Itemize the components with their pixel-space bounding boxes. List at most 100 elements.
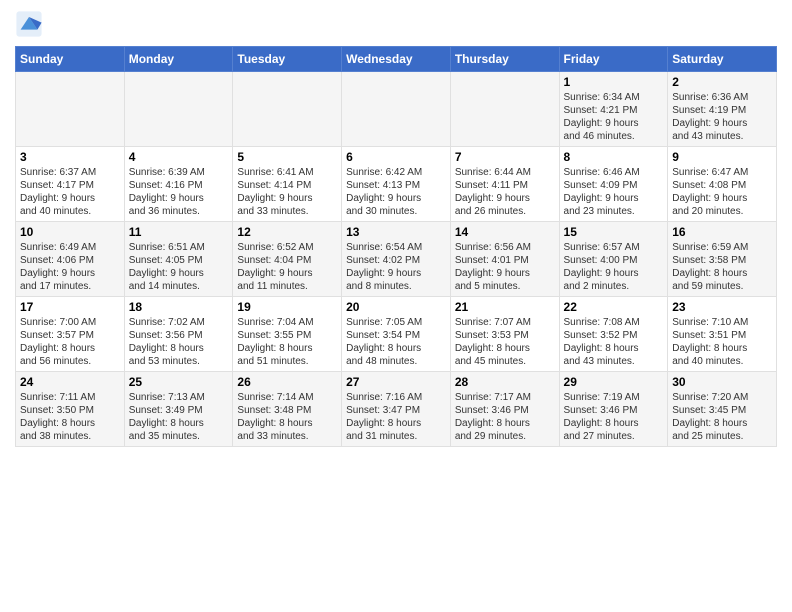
logo-icon: [15, 10, 43, 38]
day-info: Sunrise: 6:46 AM Sunset: 4:09 PM Dayligh…: [564, 166, 664, 218]
day-number: 27: [346, 375, 446, 389]
day-info: Sunrise: 6:47 AM Sunset: 4:08 PM Dayligh…: [672, 166, 772, 218]
day-number: 19: [237, 300, 337, 314]
day-info: Sunrise: 6:57 AM Sunset: 4:00 PM Dayligh…: [564, 241, 664, 293]
calendar-cell: 20 Sunrise: 7:05 AM Sunset: 3:54 PM Dayli…: [342, 297, 451, 372]
day-info: Sunrise: 6:49 AM Sunset: 4:06 PM Dayligh…: [20, 241, 120, 293]
day-info: Sunrise: 7:14 AM Sunset: 3:48 PM Dayligh…: [237, 391, 337, 443]
calendar-cell: 3 Sunrise: 6:37 AM Sunset: 4:17 PM Daylig…: [16, 147, 125, 222]
calendar-cell: 17Sunrise: 7:00 AM Sunset: 3:57 PM Dayli…: [16, 297, 125, 372]
day-info: Sunrise: 6:59 AM Sunset: 3:58 PM Dayligh…: [672, 241, 772, 293]
day-header-sunday: Sunday: [16, 47, 125, 72]
calendar-cell: 14 Sunrise: 6:56 AM Sunset: 4:01 PM Dayli…: [450, 222, 559, 297]
calendar-cell: [450, 72, 559, 147]
calendar-cell: 12 Sunrise: 6:52 AM Sunset: 4:04 PM Dayli…: [233, 222, 342, 297]
day-info: Sunrise: 7:05 AM Sunset: 3:54 PM Dayligh…: [346, 316, 446, 368]
day-info: Sunrise: 6:41 AM Sunset: 4:14 PM Dayligh…: [237, 166, 337, 218]
day-info: Sunrise: 6:56 AM Sunset: 4:01 PM Dayligh…: [455, 241, 555, 293]
day-header-monday: Monday: [124, 47, 233, 72]
day-info: Sunrise: 7:02 AM Sunset: 3:56 PM Dayligh…: [129, 316, 229, 368]
day-number: 15: [564, 225, 664, 239]
day-header-wednesday: Wednesday: [342, 47, 451, 72]
day-info: Sunrise: 7:17 AM Sunset: 3:46 PM Dayligh…: [455, 391, 555, 443]
header: [15, 10, 777, 38]
day-info: Sunrise: 6:39 AM Sunset: 4:16 PM Dayligh…: [129, 166, 229, 218]
day-number: 1: [564, 75, 664, 89]
day-info: Sunrise: 7:08 AM Sunset: 3:52 PM Dayligh…: [564, 316, 664, 368]
day-info: Sunrise: 7:19 AM Sunset: 3:46 PM Dayligh…: [564, 391, 664, 443]
day-number: 8: [564, 150, 664, 164]
calendar-cell: [342, 72, 451, 147]
day-header-friday: Friday: [559, 47, 668, 72]
calendar-cell: 27 Sunrise: 7:16 AM Sunset: 3:47 PM Dayli…: [342, 372, 451, 447]
day-info: Sunrise: 6:54 AM Sunset: 4:02 PM Dayligh…: [346, 241, 446, 293]
calendar-cell: 2 Sunrise: 6:36 AM Sunset: 4:19 PM Daylig…: [668, 72, 777, 147]
calendar-week-row: 24 Sunrise: 7:11 AM Sunset: 3:50 PM Dayli…: [16, 372, 777, 447]
day-info: Sunrise: 7:10 AM Sunset: 3:51 PM Dayligh…: [672, 316, 772, 368]
day-number: 23: [672, 300, 772, 314]
day-number: 20: [346, 300, 446, 314]
day-info: Sunrise: 6:52 AM Sunset: 4:04 PM Dayligh…: [237, 241, 337, 293]
calendar-cell: [233, 72, 342, 147]
day-info: Sunrise: 7:11 AM Sunset: 3:50 PM Dayligh…: [20, 391, 120, 443]
calendar-cell: 28 Sunrise: 7:17 AM Sunset: 3:46 PM Dayli…: [450, 372, 559, 447]
calendar-header-row: SundayMondayTuesdayWednesdayThursdayFrid…: [16, 47, 777, 72]
day-number: 30: [672, 375, 772, 389]
calendar-cell: 8 Sunrise: 6:46 AM Sunset: 4:09 PM Daylig…: [559, 147, 668, 222]
day-number: 28: [455, 375, 555, 389]
calendar-cell: 1 Sunrise: 6:34 AM Sunset: 4:21 PM Daylig…: [559, 72, 668, 147]
day-number: 4: [129, 150, 229, 164]
day-number: 10: [20, 225, 120, 239]
day-number: 16: [672, 225, 772, 239]
day-info: Sunrise: 6:37 AM Sunset: 4:17 PM Dayligh…: [20, 166, 120, 218]
calendar-cell: 26 Sunrise: 7:14 AM Sunset: 3:48 PM Dayli…: [233, 372, 342, 447]
day-info: Sunrise: 7:04 AM Sunset: 3:55 PM Dayligh…: [237, 316, 337, 368]
day-info: Sunrise: 6:44 AM Sunset: 4:11 PM Dayligh…: [455, 166, 555, 218]
day-number: 25: [129, 375, 229, 389]
day-header-thursday: Thursday: [450, 47, 559, 72]
calendar-cell: 13Sunrise: 6:54 AM Sunset: 4:02 PM Dayli…: [342, 222, 451, 297]
day-info: Sunrise: 6:51 AM Sunset: 4:05 PM Dayligh…: [129, 241, 229, 293]
calendar-cell: 4 Sunrise: 6:39 AM Sunset: 4:16 PM Daylig…: [124, 147, 233, 222]
calendar-cell: 23 Sunrise: 7:10 AM Sunset: 3:51 PM Dayli…: [668, 297, 777, 372]
day-info: Sunrise: 7:16 AM Sunset: 3:47 PM Dayligh…: [346, 391, 446, 443]
day-number: 22: [564, 300, 664, 314]
calendar-week-row: 17Sunrise: 7:00 AM Sunset: 3:57 PM Dayli…: [16, 297, 777, 372]
day-info: Sunrise: 6:34 AM Sunset: 4:21 PM Dayligh…: [564, 91, 664, 143]
calendar-cell: 5 Sunrise: 6:41 AM Sunset: 4:14 PM Daylig…: [233, 147, 342, 222]
day-info: Sunrise: 6:42 AM Sunset: 4:13 PM Dayligh…: [346, 166, 446, 218]
logo: [15, 10, 47, 38]
calendar-cell: 7 Sunrise: 6:44 AM Sunset: 4:11 PM Daylig…: [450, 147, 559, 222]
calendar-cell: 15 Sunrise: 6:57 AM Sunset: 4:00 PM Dayli…: [559, 222, 668, 297]
day-number: 14: [455, 225, 555, 239]
day-number: 2: [672, 75, 772, 89]
calendar-cell: 19 Sunrise: 7:04 AM Sunset: 3:55 PM Dayli…: [233, 297, 342, 372]
day-number: 29: [564, 375, 664, 389]
day-info: Sunrise: 7:20 AM Sunset: 3:45 PM Dayligh…: [672, 391, 772, 443]
calendar-week-row: 3 Sunrise: 6:37 AM Sunset: 4:17 PM Daylig…: [16, 147, 777, 222]
calendar-cell: 10 Sunrise: 6:49 AM Sunset: 4:06 PM Dayli…: [16, 222, 125, 297]
calendar-week-row: 1 Sunrise: 6:34 AM Sunset: 4:21 PM Daylig…: [16, 72, 777, 147]
calendar-table: SundayMondayTuesdayWednesdayThursdayFrid…: [15, 46, 777, 447]
day-info: Sunrise: 6:36 AM Sunset: 4:19 PM Dayligh…: [672, 91, 772, 143]
day-info: Sunrise: 7:07 AM Sunset: 3:53 PM Dayligh…: [455, 316, 555, 368]
day-header-tuesday: Tuesday: [233, 47, 342, 72]
calendar-week-row: 10 Sunrise: 6:49 AM Sunset: 4:06 PM Dayli…: [16, 222, 777, 297]
calendar-cell: 9Sunrise: 6:47 AM Sunset: 4:08 PM Daylig…: [668, 147, 777, 222]
day-info: Sunrise: 7:13 AM Sunset: 3:49 PM Dayligh…: [129, 391, 229, 443]
calendar-cell: 30 Sunrise: 7:20 AM Sunset: 3:45 PM Dayli…: [668, 372, 777, 447]
day-number: 11: [129, 225, 229, 239]
day-number: 24: [20, 375, 120, 389]
calendar-cell: 22 Sunrise: 7:08 AM Sunset: 3:52 PM Dayli…: [559, 297, 668, 372]
calendar-cell: 16 Sunrise: 6:59 AM Sunset: 3:58 PM Dayli…: [668, 222, 777, 297]
day-number: 18: [129, 300, 229, 314]
calendar-cell: 6 Sunrise: 6:42 AM Sunset: 4:13 PM Daylig…: [342, 147, 451, 222]
day-number: 26: [237, 375, 337, 389]
calendar-cell: 25 Sunrise: 7:13 AM Sunset: 3:49 PM Dayli…: [124, 372, 233, 447]
day-number: 6: [346, 150, 446, 164]
day-number: 3: [20, 150, 120, 164]
calendar-cell: 21Sunrise: 7:07 AM Sunset: 3:53 PM Dayli…: [450, 297, 559, 372]
day-number: 12: [237, 225, 337, 239]
day-number: 7: [455, 150, 555, 164]
day-number: 5: [237, 150, 337, 164]
